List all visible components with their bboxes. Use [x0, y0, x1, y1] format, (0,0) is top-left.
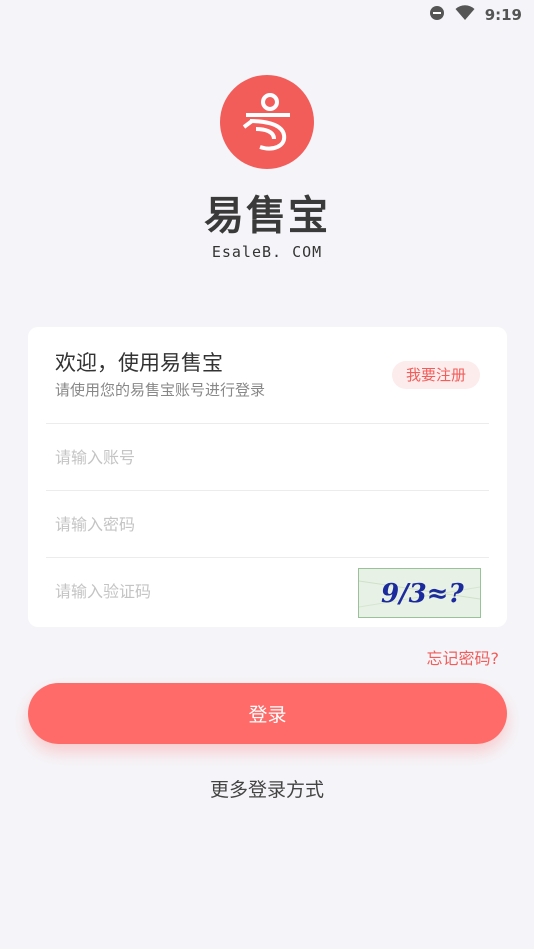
- brand-name-cn: 易售宝: [204, 193, 330, 239]
- status-bar: 9:19: [0, 0, 534, 30]
- register-button[interactable]: 我要注册: [391, 361, 480, 389]
- account-field: [46, 423, 489, 490]
- do-not-disturb-icon: [429, 5, 445, 25]
- login-card: 欢迎，使用易售宝 请使用您的易售宝账号进行登录 我要注册 9/3≈?: [28, 327, 507, 627]
- forgot-password-link[interactable]: 忘记密码?: [427, 645, 500, 669]
- account-input[interactable]: [55, 447, 335, 467]
- brand-logo-block: 易售宝 EsaleB. COM: [0, 75, 534, 261]
- password-field: [46, 490, 489, 557]
- password-input[interactable]: [55, 514, 335, 534]
- captcha-input[interactable]: [55, 581, 335, 601]
- captcha-image[interactable]: 9/3≈?: [358, 568, 481, 618]
- more-login-methods-link[interactable]: 更多登录方式: [0, 775, 534, 802]
- wifi-icon: [455, 5, 475, 25]
- captcha-field: 9/3≈?: [46, 557, 489, 624]
- login-button[interactable]: 登录: [28, 683, 507, 744]
- brand-logo-icon: [220, 75, 314, 169]
- login-card-header: 欢迎，使用易售宝 请使用您的易售宝账号进行登录 我要注册: [28, 327, 507, 423]
- captcha-text: 9/3≈?: [381, 579, 464, 609]
- status-time: 9:19: [484, 6, 522, 24]
- brand-name-en: EsaleB. COM: [211, 243, 323, 261]
